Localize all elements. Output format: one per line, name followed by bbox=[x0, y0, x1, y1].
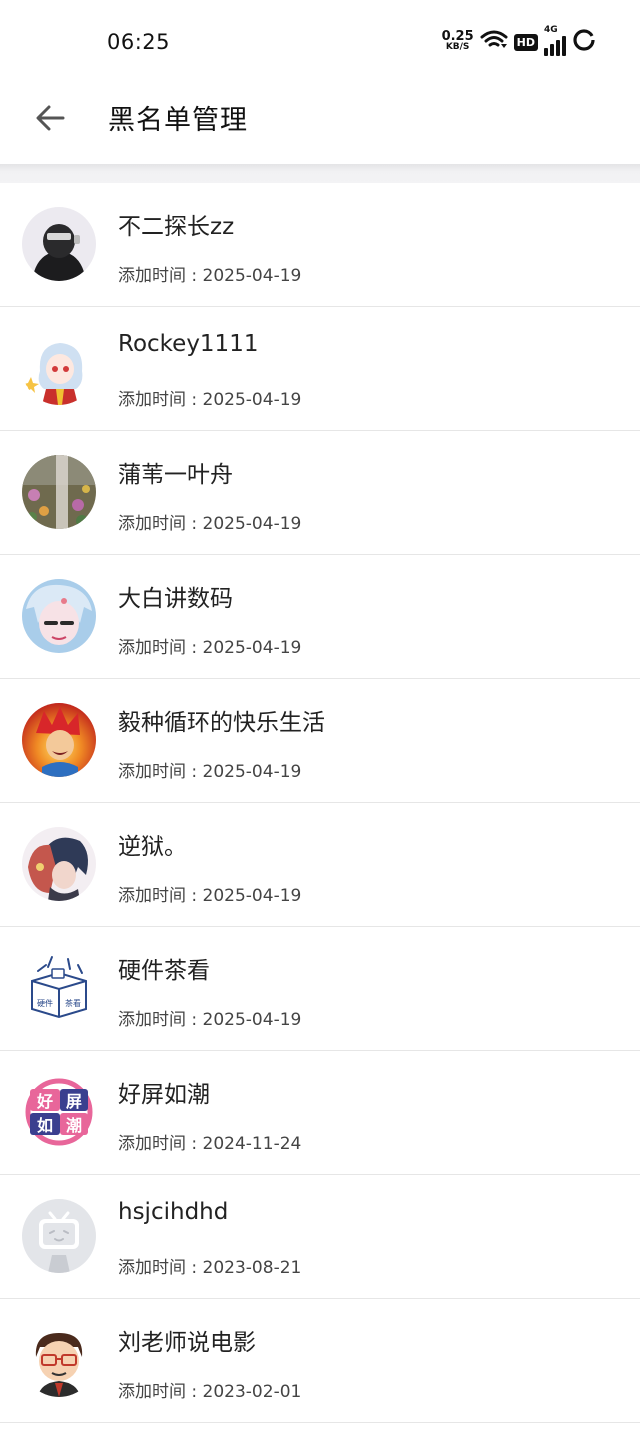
list-item[interactable]: 不二探长zz 添加时间 : 2025-04-19 bbox=[0, 183, 640, 307]
avatar bbox=[22, 703, 96, 777]
list-item[interactable]: 好 屏 如 潮 好屏如潮 添加时间 : 2024-11-24 bbox=[0, 1051, 640, 1175]
list-item[interactable]: 蒲苇一叶舟 添加时间 : 2025-04-19 bbox=[0, 431, 640, 555]
list-item[interactable]: Rockey1111 添加时间 : 2025-04-19 bbox=[0, 307, 640, 431]
list-item[interactable]: 刘老师说电影 添加时间 : 2023-02-01 bbox=[0, 1299, 640, 1423]
avatar bbox=[22, 331, 96, 405]
avatar-anime-boy bbox=[22, 827, 96, 901]
avatar bbox=[22, 207, 96, 281]
user-name: 逆狱。 bbox=[118, 834, 187, 860]
user-name: 大白讲数码 bbox=[118, 586, 233, 612]
arrow-left-icon bbox=[36, 105, 65, 131]
signal-4g-icon: 4G bbox=[544, 25, 566, 56]
avatar-text-logo: 好 屏 如 潮 bbox=[22, 1075, 96, 1149]
hd-badge: HD bbox=[513, 33, 538, 51]
status-icons: 0.25 KB/S HD 4G bbox=[441, 25, 596, 56]
avatar bbox=[22, 1199, 96, 1273]
list-item[interactable]: 硬件 茶看 硬件茶看 添加时间 : 2025-04-19 bbox=[0, 927, 640, 1051]
logo-char-3: 如 bbox=[37, 1116, 53, 1135]
avatar-helmet-figure bbox=[22, 207, 96, 281]
user-name: 好屏如潮 bbox=[118, 1082, 210, 1108]
wifi-icon bbox=[480, 29, 508, 55]
avatar bbox=[22, 455, 96, 529]
avatar-default-tv bbox=[22, 1199, 96, 1273]
added-time: 添加时间 : 2023-02-01 bbox=[118, 1382, 302, 1402]
net-speed-unit: KB/S bbox=[445, 42, 470, 52]
user-name: Rockey1111 bbox=[118, 331, 259, 357]
network-type: 4G bbox=[544, 25, 558, 35]
status-bar: 06:25 0.25 KB/S HD 4G bbox=[0, 0, 640, 84]
avatar-flowers-photo bbox=[22, 455, 96, 529]
user-name: 不二探长zz bbox=[118, 214, 235, 240]
blacklist: 不二探长zz 添加时间 : 2025-04-19 Rockey1111 添加时间… bbox=[0, 183, 640, 1423]
logo-char-4: 潮 bbox=[66, 1116, 82, 1135]
avatar-anime-girl bbox=[22, 331, 96, 405]
list-item[interactable]: 大白讲数码 添加时间 : 2025-04-19 bbox=[0, 555, 640, 679]
avatar-box-logo: 硬件 茶看 bbox=[22, 951, 96, 1025]
user-name: 刘老师说电影 bbox=[118, 1330, 256, 1356]
added-time: 添加时间 : 2025-04-19 bbox=[118, 266, 302, 286]
avatar-anime-face bbox=[22, 579, 96, 653]
list-item[interactable]: 逆狱。 添加时间 : 2025-04-19 bbox=[0, 803, 640, 927]
user-name: 毅种循环的快乐生活 bbox=[118, 710, 325, 736]
back-button[interactable] bbox=[28, 96, 72, 140]
user-name: 蒲苇一叶舟 bbox=[118, 462, 233, 488]
added-time: 添加时间 : 2024-11-24 bbox=[118, 1134, 302, 1154]
added-time: 添加时间 : 2025-04-19 bbox=[118, 1010, 302, 1030]
page-title: 黑名单管理 bbox=[108, 105, 248, 136]
added-time: 添加时间 : 2025-04-19 bbox=[118, 514, 302, 534]
logo-text-left: 硬件 bbox=[37, 998, 53, 1008]
avatar-fire-hero bbox=[22, 703, 96, 777]
logo-char-2: 屏 bbox=[66, 1092, 82, 1111]
avatar bbox=[22, 1323, 96, 1397]
added-time: 添加时间 : 2025-04-19 bbox=[118, 762, 302, 782]
logo-text-right: 茶看 bbox=[65, 998, 81, 1008]
avatar bbox=[22, 827, 96, 901]
header-shadow bbox=[0, 164, 640, 183]
logo-char-1: 好 bbox=[36, 1092, 53, 1111]
app-bar: 黑名单管理 bbox=[0, 84, 640, 164]
avatar: 好 屏 如 潮 bbox=[22, 1075, 96, 1149]
battery-ring-icon bbox=[572, 28, 596, 56]
list-item[interactable]: hsjcihdhd 添加时间 : 2023-08-21 bbox=[0, 1175, 640, 1299]
added-time: 添加时间 : 2025-04-19 bbox=[118, 886, 302, 906]
avatar bbox=[22, 579, 96, 653]
net-speed: 0.25 KB/S bbox=[441, 29, 474, 53]
added-time: 添加时间 : 2025-04-19 bbox=[118, 638, 302, 658]
user-name: 硬件茶看 bbox=[118, 958, 210, 984]
user-name: hsjcihdhd bbox=[118, 1199, 229, 1225]
status-time: 06:25 bbox=[107, 30, 171, 54]
avatar: 硬件 茶看 bbox=[22, 951, 96, 1025]
net-speed-value: 0.25 bbox=[441, 29, 474, 44]
avatar-cartoon-man bbox=[22, 1323, 96, 1397]
added-time: 添加时间 : 2025-04-19 bbox=[118, 390, 302, 410]
list-item[interactable]: 毅种循环的快乐生活 添加时间 : 2025-04-19 bbox=[0, 679, 640, 803]
added-time: 添加时间 : 2023-08-21 bbox=[118, 1258, 302, 1278]
